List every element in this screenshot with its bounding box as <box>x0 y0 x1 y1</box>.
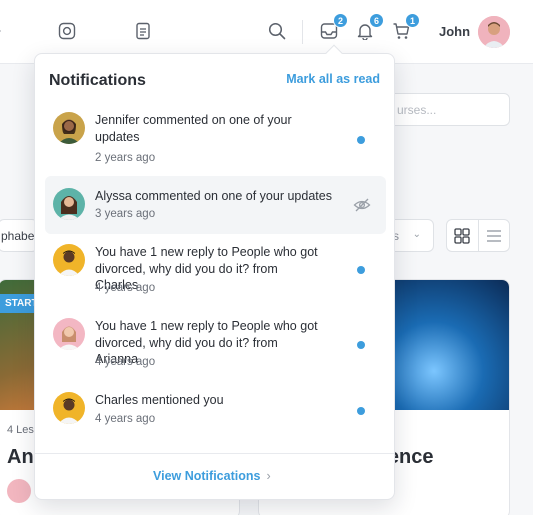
chevron-left-icon[interactable]: › <box>0 22 1 40</box>
notification-time: 4 years ago <box>95 356 156 368</box>
notifications-title: Notifications <box>49 72 146 89</box>
notification-time: 3 years ago <box>95 208 156 220</box>
unread-dot[interactable] <box>357 341 365 349</box>
notifications-badge: 6 <box>369 13 384 28</box>
avatar <box>53 112 85 144</box>
eye-slash-icon[interactable] <box>353 196 371 214</box>
notification-item[interactable]: You have 1 new reply to People who got d… <box>45 314 386 380</box>
notification-item[interactable]: You have 1 new reply to People who got d… <box>45 240 386 306</box>
divider <box>35 453 394 454</box>
avatar <box>53 392 85 424</box>
bell-icon[interactable]: 6 <box>354 13 384 42</box>
view-toggle <box>446 219 510 252</box>
search-icon[interactable] <box>266 20 288 42</box>
notification-item[interactable]: Jennifer commented on one of your update… <box>45 106 386 170</box>
grid-view-icon[interactable] <box>447 220 479 251</box>
notification-text: Alyssa commented on one of your updates <box>95 189 332 203</box>
avatar <box>53 188 85 220</box>
toolbar-divider <box>302 20 303 44</box>
notification-item[interactable]: Charles mentioned you 4 years ago <box>45 388 386 436</box>
view-notifications-link[interactable]: View Notifications › <box>153 469 271 483</box>
notification-text: Jennifer commented on one of your update… <box>95 113 292 144</box>
user-name[interactable]: John <box>439 24 470 39</box>
notification-time: 4 years ago <box>95 282 156 294</box>
unread-dot[interactable] <box>357 136 365 144</box>
unread-dot[interactable] <box>357 266 365 274</box>
document-icon[interactable] <box>132 20 154 42</box>
course-title[interactable]: An <box>7 446 34 469</box>
chevron-down-icon: ⌄ <box>412 229 421 240</box>
inbox-icon[interactable]: 2 <box>318 13 348 42</box>
course-search-input[interactable]: urses... <box>378 93 510 126</box>
record-icon[interactable] <box>56 20 78 42</box>
unread-dot[interactable] <box>357 407 365 415</box>
user-avatar[interactable] <box>478 16 510 48</box>
messages-badge: 2 <box>333 13 348 28</box>
notification-time: 2 years ago <box>95 152 156 164</box>
cart-badge: 1 <box>405 13 420 28</box>
notification-item[interactable]: Alyssa commented on one of your updates … <box>45 176 386 234</box>
cart-icon[interactable]: 1 <box>390 13 420 42</box>
lesson-count: 4 Les <box>7 424 34 436</box>
notification-time: 4 years ago <box>95 413 156 425</box>
avatar <box>53 244 85 276</box>
notification-text: Charles mentioned you <box>95 393 224 407</box>
avatar <box>7 479 31 503</box>
avatar <box>53 318 85 350</box>
list-view-icon[interactable] <box>479 220 510 251</box>
mark-all-read-link[interactable]: Mark all as read <box>286 72 380 86</box>
chevron-right-icon: › <box>266 469 271 483</box>
notifications-dropdown: Notifications Mark all as read Jennifer … <box>34 44 395 500</box>
sort-select[interactable]: phabe <box>0 219 38 252</box>
